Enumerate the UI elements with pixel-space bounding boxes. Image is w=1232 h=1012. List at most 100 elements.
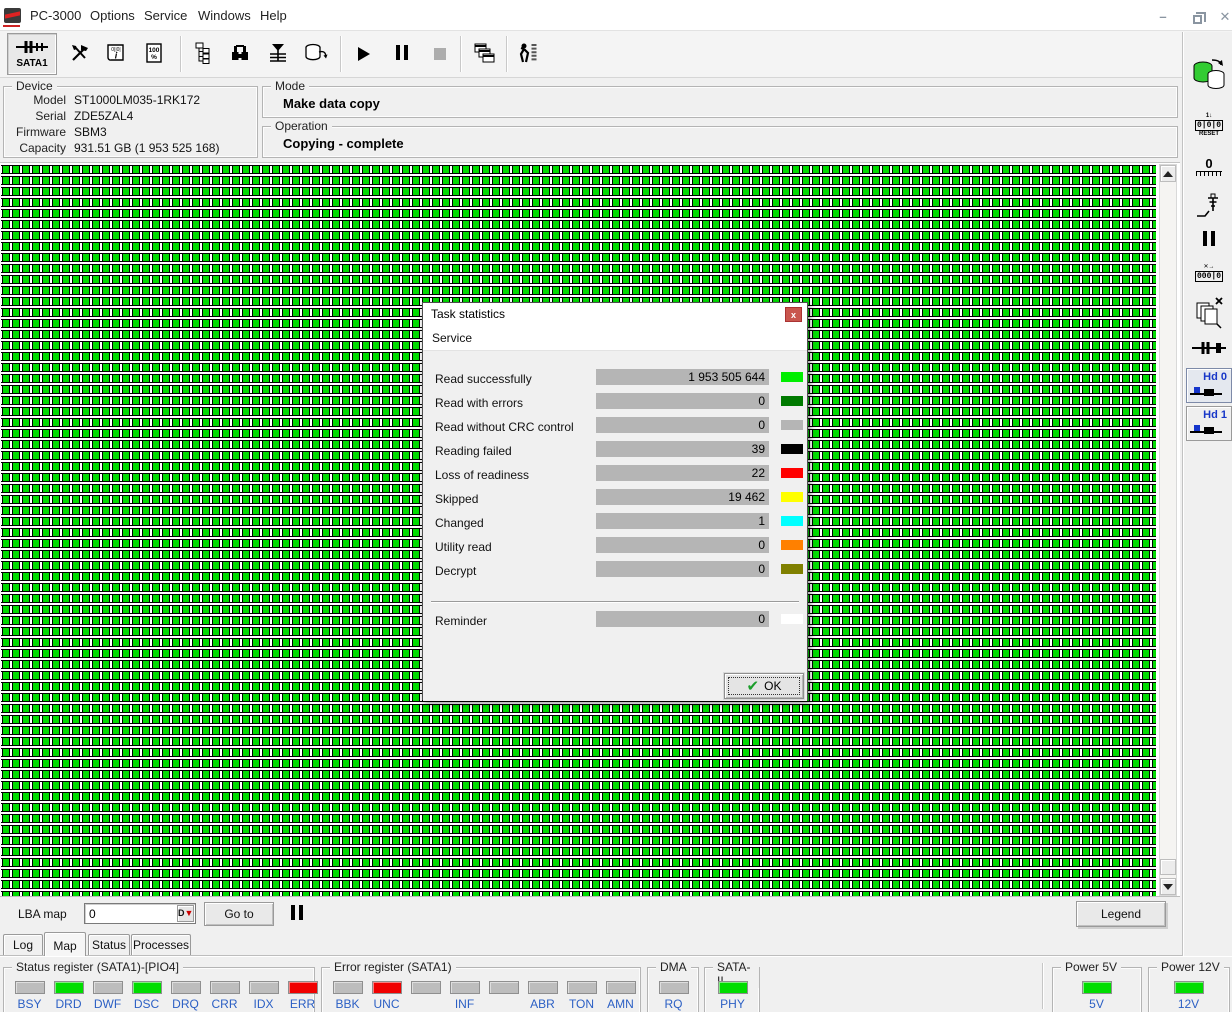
- error-led: BBK: [328, 981, 367, 1011]
- error-led: UNC: [367, 981, 406, 1011]
- led-indicator: [53, 981, 84, 994]
- lba-dropdown-button[interactable]: D▼: [177, 905, 194, 922]
- reset-button[interactable]: 1↓ 0|0|0 RESET: [1189, 108, 1229, 142]
- led-indicator: [527, 981, 558, 994]
- ok-button[interactable]: ✔ OK: [724, 673, 804, 699]
- tree-export-button[interactable]: [186, 34, 222, 74]
- stat-value: 0: [758, 418, 765, 432]
- sata2-leds: PHY: [713, 981, 752, 1011]
- write-terminal-icon: [1194, 191, 1224, 224]
- windows-cascade-button[interactable]: [466, 34, 502, 74]
- abort-top-label: ✕→: [1203, 264, 1215, 270]
- stat-value: 39: [751, 442, 765, 456]
- reminder-label: Reminder: [435, 614, 488, 628]
- tools-icon: [68, 41, 92, 68]
- device-serial-label: Serial: [35, 109, 66, 123]
- stop-button[interactable]: [422, 34, 458, 74]
- led-indicator: [410, 981, 441, 994]
- menu-windows[interactable]: Windows: [192, 6, 257, 25]
- menu-help[interactable]: Help: [254, 6, 293, 25]
- reminder-row: Reminder 0: [423, 609, 807, 633]
- dialog-title: Task statistics: [431, 307, 506, 321]
- goto-button[interactable]: Go to: [204, 902, 274, 926]
- tab-processes[interactable]: Processes: [131, 934, 191, 955]
- stop-icon: [434, 48, 446, 60]
- led-indicator: [1081, 981, 1112, 994]
- scroll-thumb[interactable]: [1160, 859, 1176, 875]
- exit-button[interactable]: [510, 34, 546, 74]
- led-indicator: [449, 981, 480, 994]
- close-windows-button[interactable]: [1189, 294, 1229, 332]
- sidebar-pause-button[interactable]: [1189, 228, 1229, 252]
- stat-row: Changed 1: [423, 511, 807, 535]
- tab-map[interactable]: Map: [44, 932, 86, 956]
- dialog-menubar: Service: [423, 326, 807, 351]
- device-capacity-label: Capacity: [19, 141, 66, 155]
- device-panel: Device Model ST1000LM035-1RK172 Serial Z…: [3, 79, 258, 158]
- status-led: DWF: [88, 981, 127, 1011]
- error-register-panel: Error register (SATA1) BBK UNC INF ABR T…: [321, 960, 641, 1012]
- toolbar: SATA1 0||0| i 100%: [0, 30, 1232, 78]
- dialog-titlebar[interactable]: Task statistics x: [423, 303, 807, 326]
- port-connector-button[interactable]: [1189, 338, 1229, 360]
- abort-chain-button[interactable]: ✕→ 000|0: [1189, 258, 1229, 288]
- status-led: IDX: [244, 981, 283, 1011]
- play-icon: [358, 47, 370, 61]
- search-button[interactable]: [222, 34, 258, 74]
- sata1-port-button[interactable]: SATA1: [7, 33, 57, 75]
- start-button[interactable]: [346, 34, 382, 74]
- tab-log[interactable]: Log: [3, 934, 43, 955]
- device-model-label: Model: [33, 93, 66, 107]
- data-copy-task-button[interactable]: [1189, 56, 1229, 96]
- write-terminal-button[interactable]: [1189, 190, 1229, 224]
- script-info-button[interactable]: 0||0| i: [98, 34, 134, 74]
- dialog-menu-service[interactable]: Service: [432, 331, 472, 345]
- restore-button[interactable]: [1184, 7, 1210, 27]
- pause-button[interactable]: [384, 34, 420, 74]
- led-indicator: [1173, 981, 1204, 994]
- close-windows-icon: [1193, 295, 1225, 332]
- menu-service[interactable]: Service: [138, 6, 193, 25]
- stat-row: Decrypt 0: [423, 559, 807, 583]
- close-button[interactable]: ✕: [1212, 7, 1232, 27]
- scroll-down-button[interactable]: [1160, 878, 1176, 895]
- sata2-panel: SATA-II PHY: [704, 960, 760, 1012]
- dialog-close-button[interactable]: x: [785, 307, 802, 322]
- hd1-button[interactable]: Hd 1: [1186, 406, 1232, 441]
- dialog-body: Read successfully 1 953 505 644 Read wit…: [423, 351, 807, 701]
- tools-button[interactable]: [62, 34, 98, 74]
- minimize-button[interactable]: –: [1150, 7, 1176, 27]
- merge-button[interactable]: [260, 34, 296, 74]
- tab-status[interactable]: Status: [88, 934, 130, 955]
- map-scrollbar[interactable]: [1159, 164, 1177, 896]
- scroll-up-button[interactable]: [1160, 165, 1176, 182]
- menu-pc3000[interactable]: PC-3000: [24, 6, 87, 25]
- stat-color-chip: [781, 420, 803, 430]
- device-serial-value: ZDE5ZAL4: [74, 109, 134, 123]
- stat-value: 0: [758, 394, 765, 408]
- device-firmware-label: Firmware: [16, 125, 66, 139]
- stat-value-bar: 0: [596, 393, 769, 409]
- menu-options[interactable]: Options: [84, 6, 141, 25]
- hd0-button[interactable]: Hd 0: [1186, 368, 1232, 403]
- power5-panel: Power 5V 5V: [1052, 960, 1142, 1012]
- stat-value-bar: 0: [596, 537, 769, 553]
- percent-page-button[interactable]: 100%: [136, 34, 172, 74]
- data-copy-button[interactable]: [298, 34, 334, 74]
- power5-led: 5V: [1077, 981, 1116, 1011]
- legend-button[interactable]: Legend: [1076, 901, 1166, 927]
- map-pause-icon[interactable]: [289, 905, 305, 923]
- dma-leds: RQ: [654, 981, 693, 1011]
- stat-value-bar: 1: [596, 513, 769, 529]
- sector-zero-button[interactable]: 0: [1189, 150, 1229, 182]
- stat-color-chip: [781, 540, 803, 550]
- sata-port-icon: [16, 39, 48, 57]
- dma-led: RQ: [654, 981, 693, 1011]
- stat-row: Read successfully 1 953 505 644: [423, 367, 807, 391]
- stat-color-chip: [781, 396, 803, 406]
- pause-icon: [1201, 231, 1217, 249]
- stat-value: 1 953 505 644: [688, 370, 765, 384]
- status-led: CRR: [205, 981, 244, 1011]
- status-led: BSY: [10, 981, 49, 1011]
- statusbar: Status register (SATA1)-[PIO4] BSY DRD D…: [0, 956, 1232, 1012]
